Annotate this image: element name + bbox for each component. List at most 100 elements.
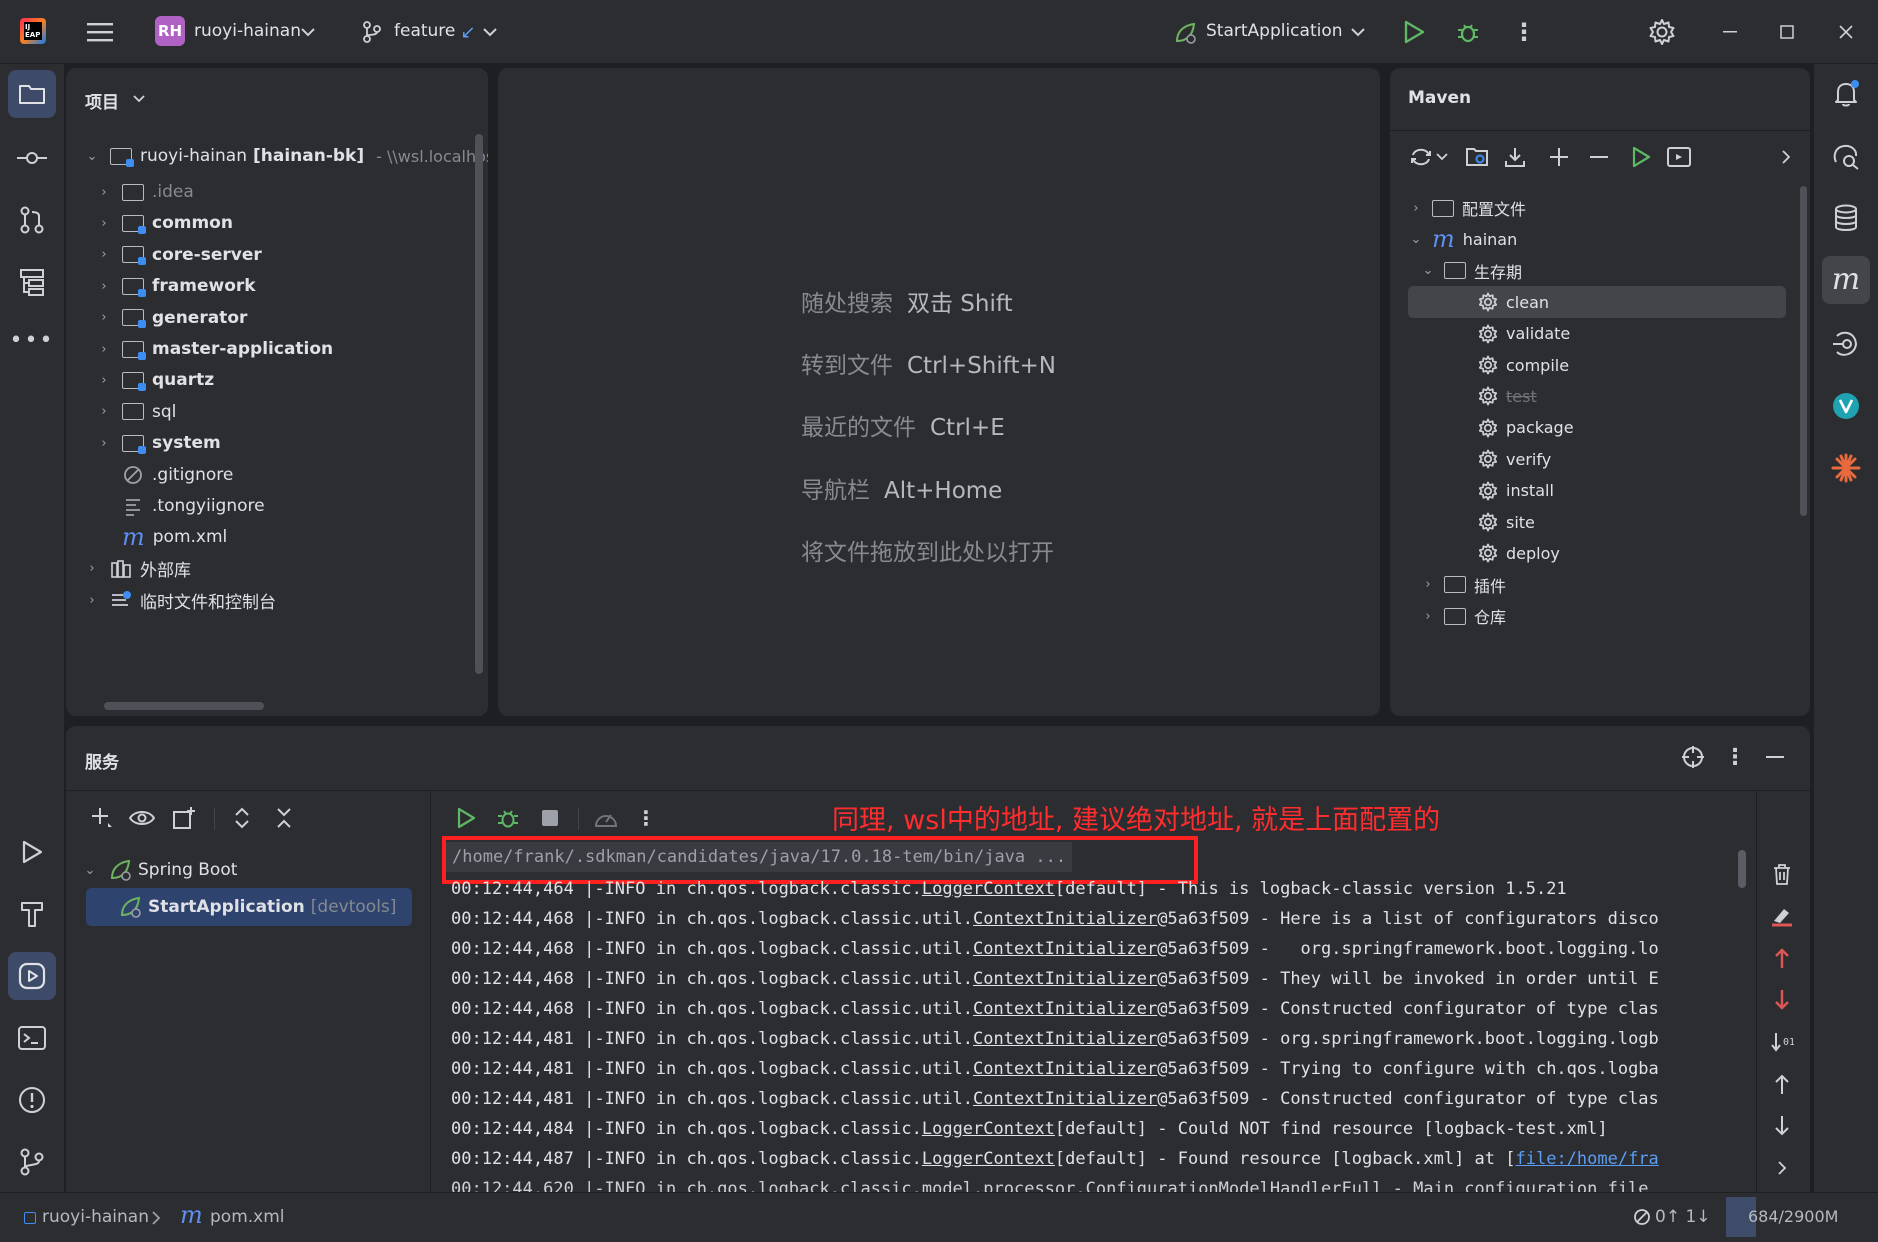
- close-window-icon[interactable]: [1832, 18, 1860, 46]
- structure-icon[interactable]: [8, 258, 56, 306]
- more-tools-icon[interactable]: •••: [8, 316, 56, 364]
- view-options-eye-icon[interactable]: [128, 804, 156, 832]
- chevron-right-icon[interactable]: ›: [1418, 577, 1438, 592]
- tree-root[interactable]: ⌄ ruoyi-hainan [hainan-bk] - \\wsl.local…: [82, 138, 488, 174]
- console-scrollbar[interactable]: [1738, 850, 1746, 888]
- chevron-right-icon[interactable]: [1768, 1154, 1796, 1182]
- clear-console-icon[interactable]: [1768, 902, 1796, 930]
- log-class-link[interactable]: ContextInitializer: [973, 999, 1157, 1019]
- log-class-link[interactable]: ContextInitializer: [973, 1029, 1157, 1049]
- breadcrumb-project[interactable]: ruoyi-hainan: [42, 1207, 149, 1227]
- maximize-window-icon[interactable]: [1773, 18, 1801, 46]
- maven-repositories[interactable]: › 仓库: [1418, 598, 1506, 634]
- run-configuration-selector[interactable]: StartApplication: [1206, 21, 1343, 41]
- reload-icon[interactable]: [1408, 144, 1434, 170]
- build-hammer-icon[interactable]: [8, 890, 56, 938]
- chevron-right-icon[interactable]: ›: [94, 216, 114, 231]
- clear-all-trash-icon[interactable]: [1768, 860, 1796, 888]
- chevron-down-icon[interactable]: ⌄: [1418, 263, 1438, 278]
- chevron-right-icon[interactable]: ›: [94, 373, 114, 388]
- main-menu-icon[interactable]: [84, 16, 116, 48]
- git-icon[interactable]: [8, 1138, 56, 1186]
- chevron-right-icon[interactable]: ›: [1418, 609, 1438, 624]
- project-panel-title[interactable]: 项目: [85, 88, 119, 113]
- scroll-to-end-icon[interactable]: 01: [1768, 1028, 1796, 1056]
- run-tool-icon[interactable]: [8, 828, 56, 876]
- add-service-icon[interactable]: [88, 804, 116, 832]
- rerun-icon[interactable]: [452, 804, 480, 832]
- project-tool-button[interactable]: [8, 70, 56, 118]
- vertical-scrollbar[interactable]: [475, 134, 483, 674]
- expand-all-icon[interactable]: [228, 804, 256, 832]
- log-class-link[interactable]: ContextInitializer: [973, 1059, 1157, 1079]
- editor-empty-area[interactable]: 随处搜索 双击 Shift 转到文件 Ctrl+Shift+N 最近的文件 Ctrl+E 导…: [498, 68, 1380, 716]
- project-avatar[interactable]: RH: [155, 16, 185, 46]
- add-icon[interactable]: [1546, 144, 1572, 170]
- remove-icon[interactable]: [1586, 144, 1612, 170]
- service-group-spring-boot[interactable]: ⌄ Spring Boot: [80, 852, 237, 888]
- intellij-logo-icon[interactable]: IJ EAP: [20, 18, 46, 44]
- notifications-bell-icon[interactable]: [1822, 70, 1870, 118]
- debug-icon[interactable]: [494, 804, 522, 832]
- endpoints-icon[interactable]: [1822, 320, 1870, 368]
- download-icon[interactable]: [1502, 144, 1528, 170]
- log-file-link[interactable]: file:/home/fra: [1516, 1149, 1659, 1169]
- previous-occurrence-icon[interactable]: [1768, 944, 1796, 972]
- debug-icon[interactable]: [1454, 18, 1482, 46]
- problems-icon[interactable]: [8, 1076, 56, 1124]
- tree-item[interactable]: › 临时文件和控制台: [82, 582, 276, 618]
- chevron-right-icon[interactable]: ›: [94, 247, 114, 262]
- down-arrow-icon[interactable]: [1768, 1112, 1796, 1140]
- chevron-right-icon[interactable]: ›: [94, 310, 114, 325]
- more-options-icon[interactable]: ⋮: [1722, 744, 1748, 770]
- execute-goal-icon[interactable]: [1666, 144, 1692, 170]
- chevron-down-icon[interactable]: [1434, 148, 1450, 166]
- new-group-icon[interactable]: [170, 804, 198, 832]
- services-tool-icon[interactable]: [8, 952, 56, 1000]
- log-class-link[interactable]: LoggerContext: [922, 1149, 1055, 1169]
- collapse-all-icon[interactable]: [270, 804, 298, 832]
- run-maven-build-icon[interactable]: [1628, 144, 1654, 170]
- service-item-startapplication[interactable]: StartApplication [devtools]: [86, 888, 412, 926]
- more-options-icon[interactable]: ⋮: [636, 804, 656, 832]
- log-class-link[interactable]: LoggerContext: [922, 1119, 1055, 1139]
- no-lock-icon[interactable]: [1632, 1207, 1652, 1227]
- minimize-window-icon[interactable]: [1716, 18, 1744, 46]
- horizontal-scrollbar[interactable]: [104, 702, 264, 710]
- chevron-right-icon[interactable]: ›: [94, 404, 114, 419]
- memory-indicator[interactable]: 684/2900M: [1726, 1197, 1852, 1237]
- git-sync-status[interactable]: 0↑ 1↓: [1655, 1207, 1711, 1227]
- chevron-down-icon[interactable]: ⌄: [80, 863, 100, 878]
- log-class-link[interactable]: ContextInitializer: [973, 1089, 1157, 1109]
- chevron-right-icon[interactable]: ›: [94, 279, 114, 294]
- chevron-down-icon[interactable]: ⌄: [82, 149, 102, 164]
- profiler-icon[interactable]: [592, 804, 620, 832]
- commit-icon[interactable]: [8, 134, 56, 182]
- chevron-right-icon[interactable]: ›: [94, 436, 114, 451]
- project-selector[interactable]: ruoyi-hainan: [194, 21, 301, 41]
- chevron-right-icon[interactable]: ›: [94, 342, 114, 357]
- more-actions-icon[interactable]: ⋮: [1510, 18, 1538, 46]
- generate-sources-icon[interactable]: [1464, 144, 1490, 170]
- ai-assistant-icon[interactable]: [1822, 132, 1870, 180]
- console-output[interactable]: 00:12:44,464 |-INFO in ch.qos.logback.cl…: [66, 726, 1756, 1192]
- stop-icon[interactable]: [536, 804, 564, 832]
- branch-selector[interactable]: feature: [394, 21, 455, 41]
- log-class-link[interactable]: ContextInitializer: [973, 969, 1157, 989]
- chevron-right-icon[interactable]: [1776, 146, 1796, 168]
- run-icon[interactable]: [1400, 18, 1428, 46]
- chevron-right-icon[interactable]: ›: [82, 593, 102, 608]
- chevron-right-icon[interactable]: ›: [1406, 201, 1426, 216]
- chevron-down-icon[interactable]: ⌄: [1406, 232, 1426, 247]
- plugin-spark-icon[interactable]: [1822, 444, 1870, 492]
- maven-tool-icon[interactable]: m: [1822, 256, 1870, 304]
- terminal-icon[interactable]: [8, 1014, 56, 1062]
- database-icon[interactable]: [1822, 194, 1870, 242]
- crosshair-icon[interactable]: [1680, 744, 1706, 770]
- log-class-link[interactable]: ContextInitializer: [973, 939, 1157, 959]
- chevron-down-icon[interactable]: [130, 90, 148, 108]
- chevron-right-icon[interactable]: ›: [82, 561, 102, 576]
- console-command-line[interactable]: /home/frank/.sdkman/candidates/java/17.0…: [446, 842, 1073, 872]
- log-class-link[interactable]: ContextInitializer: [973, 909, 1157, 929]
- chevron-down-icon[interactable]: [298, 22, 318, 42]
